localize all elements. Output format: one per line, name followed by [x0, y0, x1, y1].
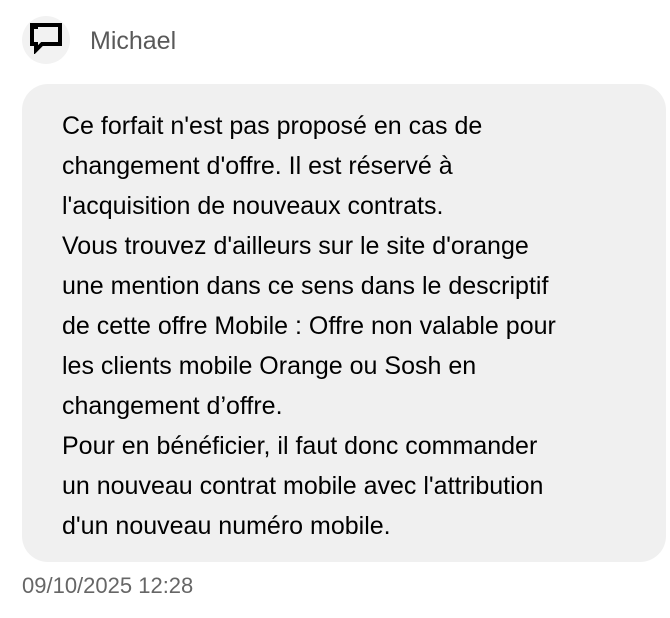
avatar	[22, 16, 70, 64]
message-text: Ce forfait n'est pas proposé en cas de c…	[62, 112, 556, 540]
message-bubble: Ce forfait n'est pas proposé en cas de c…	[22, 84, 666, 562]
message-timestamp: 09/10/2025 12:28	[22, 573, 194, 598]
chat-bubble-icon	[29, 22, 63, 59]
author-name: Michael	[90, 27, 177, 55]
